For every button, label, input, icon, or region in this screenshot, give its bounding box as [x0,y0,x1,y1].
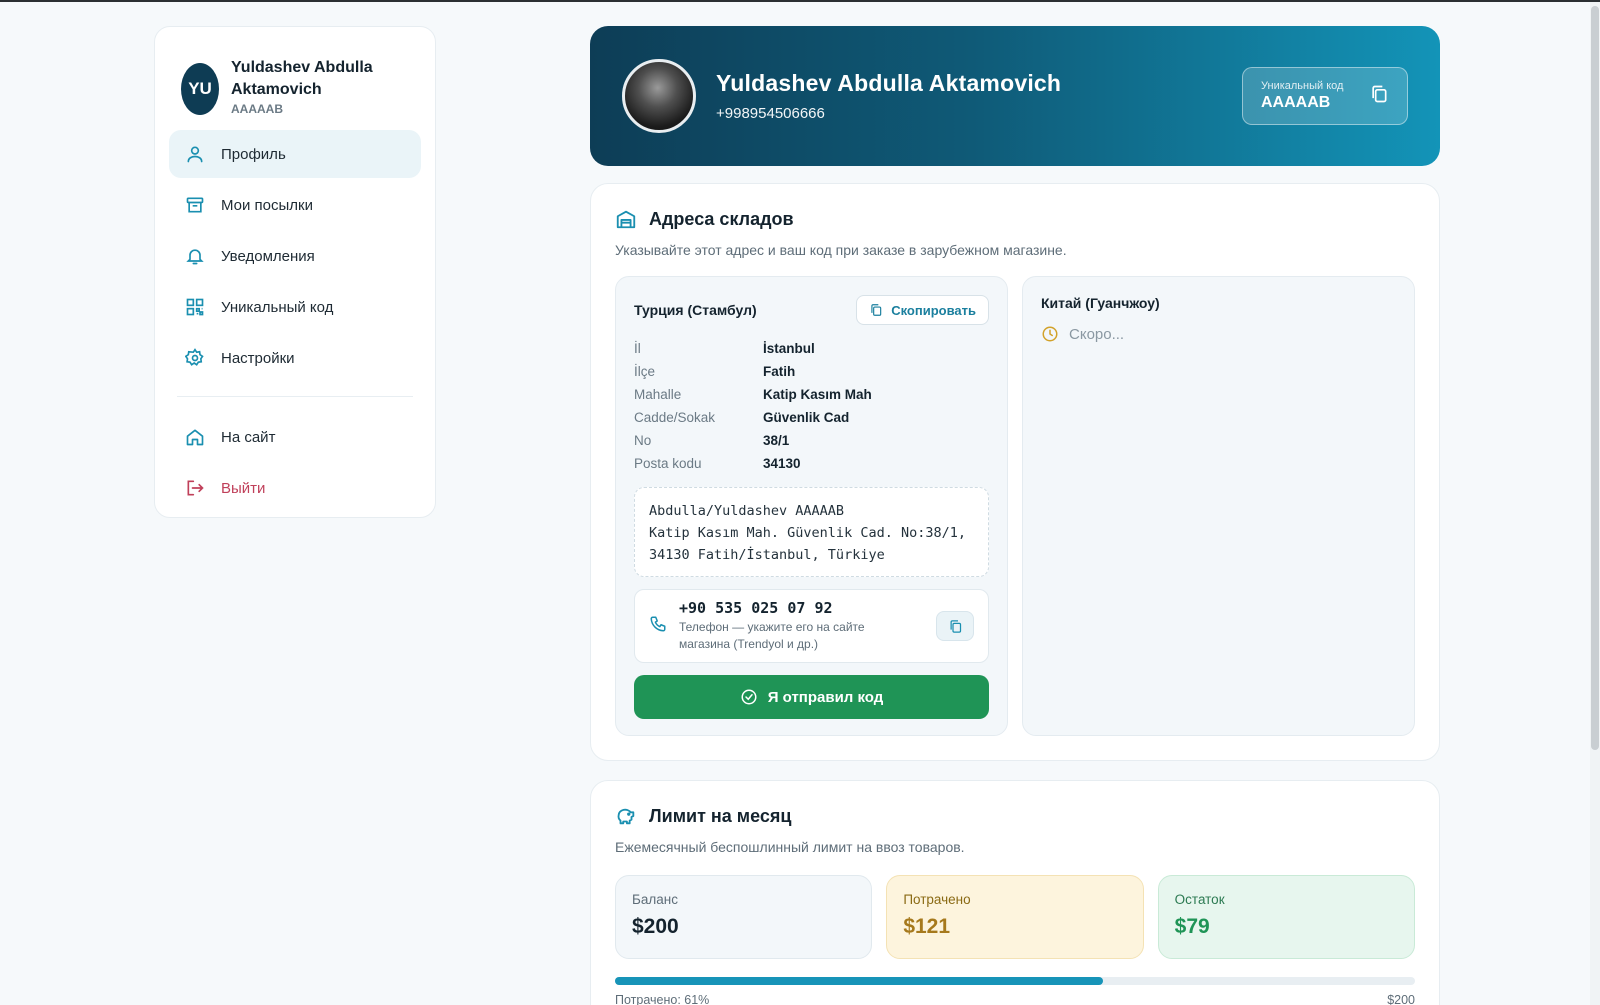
warehouse-name: Турция (Стамбул) [634,302,757,318]
sidebar-user-code: AAAAAB [231,102,283,116]
warehouse-icon [616,210,636,229]
limit-card: Лимит на месяц Ежемесячный беспошлинный … [590,780,1440,1005]
box-icon [185,195,205,215]
address-table: İl İstanbul İlçe Fatih Mahalle Katip Kasım … [634,337,989,475]
sidebar-user: YU Yuldashev Abdulla Aktamovich AAAAAB [169,41,421,124]
sidebar-item-settings[interactable]: Настройки [169,334,421,382]
sidebar-item-notifications[interactable]: Уведомления [169,232,421,280]
limit-progress-text: Потрачено: 61% [615,993,710,1005]
avatar: YU [181,63,219,115]
warehouse-phone-hint: Телефон — укажите его на сайте магазина … [679,620,865,651]
sidebar-item-label: Выйти [221,479,266,497]
limit-spent: Потрачено $121 [886,875,1144,959]
profile-photo [622,59,696,133]
sidebar-user-name: Yuldashev Abdulla Aktamovich [231,59,373,98]
address-row: Mahalle Katip Kasım Mah [634,387,872,402]
gear-icon [185,348,205,368]
limit-progress-max: $200 [1387,993,1415,1005]
code-sent-button[interactable]: Я отправил код [634,675,989,719]
address-row: Posta kodu 34130 [634,456,801,471]
limit-subtitle: Ежемесячный беспошлинный лимит на ввоз т… [615,839,965,855]
copy-icon [950,619,961,633]
sidebar-item-label: Профиль [221,145,286,163]
warehouse-china: Китай (Гуанчжоу) Скоро... [1022,276,1415,736]
window-top-border [0,0,1600,2]
clock-icon [1042,326,1058,342]
sidebar-item-unique-code[interactable]: Уникальный код [169,283,421,331]
full-address-block[interactable]: Abdulla/Yuldashev AAAAAB Katip Kasım Mah… [634,487,989,577]
scrollbar-thumb[interactable] [1591,6,1599,750]
unique-code-value: AAAAAB [1261,94,1331,111]
profile-phone: +998954506666 [716,105,825,122]
piggy-bank-icon [617,808,635,825]
profile-name: Yuldashev Abdulla Aktamovich [716,70,1062,96]
user-icon [185,144,205,164]
full-address-line: Abdulla/Yuldashev AAAAAB [649,503,845,519]
sidebar-item-parcels[interactable]: Мои посылки [169,181,421,229]
limit-progress-fill [615,977,1103,985]
sidebar-item-label: Мои посылки [221,196,313,214]
sidebar-nav: Профиль Мои посылки Уведомления Уникальн… [169,130,421,512]
logout-icon [185,478,205,498]
sidebar-item-site[interactable]: На сайт [169,413,421,461]
check-circle-icon [741,689,757,705]
warehouse-name: Китай (Гуанчжоу) [1041,295,1160,311]
sidebar: YU Yuldashev Abdulla Aktamovich AAAAAB П… [154,26,436,518]
sidebar-item-label: Уведомления [221,247,315,265]
sidebar-item-label: Уникальный код [221,298,334,316]
warehouse-turkey: Турция (Стамбул) Скопировать İl İstanbul … [615,276,1008,736]
warehouse-phone-box: +90 535 025 07 92 Телефон — укажите его … [634,589,989,663]
limit-progress-bar [615,977,1415,985]
profile-banner: Yuldashev Abdulla Aktamovich +9989545066… [590,26,1440,166]
copy-address-button[interactable]: Скопировать [856,295,989,325]
warehouses-subtitle: Указывайте этот адрес и ваш код при зака… [615,242,1067,258]
warehouse-phone-number: +90 535 025 07 92 [679,599,833,617]
address-row: İlçe Fatih [634,364,796,379]
phone-icon [649,615,667,638]
unique-code-box[interactable]: Уникальный код AAAAAB [1242,67,1408,125]
limit-balance: Баланс $200 [615,875,873,959]
full-address-line: Katip Kasım Mah. Güvenlik Cad. No:38/1, [649,525,966,541]
warehouses-card: Адреса складов Указывайте этот адрес и в… [590,183,1440,761]
address-row: No 38/1 [634,433,790,448]
bell-icon [185,246,205,266]
scrollbar[interactable] [1590,2,1600,1005]
address-row: Cadde/Sokak Güvenlik Cad [634,410,850,425]
copy-phone-button[interactable] [936,611,974,641]
full-address-line: 34130 Fatih/İstanbul, Türkiye [649,547,885,563]
sidebar-item-label: На сайт [221,428,276,446]
sidebar-divider [177,396,413,397]
sidebar-item-profile[interactable]: Профиль [169,130,421,178]
limit-remaining: Остаток $79 [1157,875,1415,959]
copy-icon[interactable] [1369,84,1389,109]
address-row: İl İstanbul [634,341,815,356]
copy-icon [871,304,882,316]
unique-code-label: Уникальный код [1261,80,1344,92]
sidebar-item-logout[interactable]: Выйти [169,464,421,512]
warehouses-title: Адреса складов [615,208,1415,230]
sidebar-item-label: Настройки [221,349,295,367]
qr-icon [185,297,205,317]
coming-soon: Скоро... [1041,325,1396,343]
home-icon [185,427,205,447]
limit-title: Лимит на месяц [615,805,1415,827]
